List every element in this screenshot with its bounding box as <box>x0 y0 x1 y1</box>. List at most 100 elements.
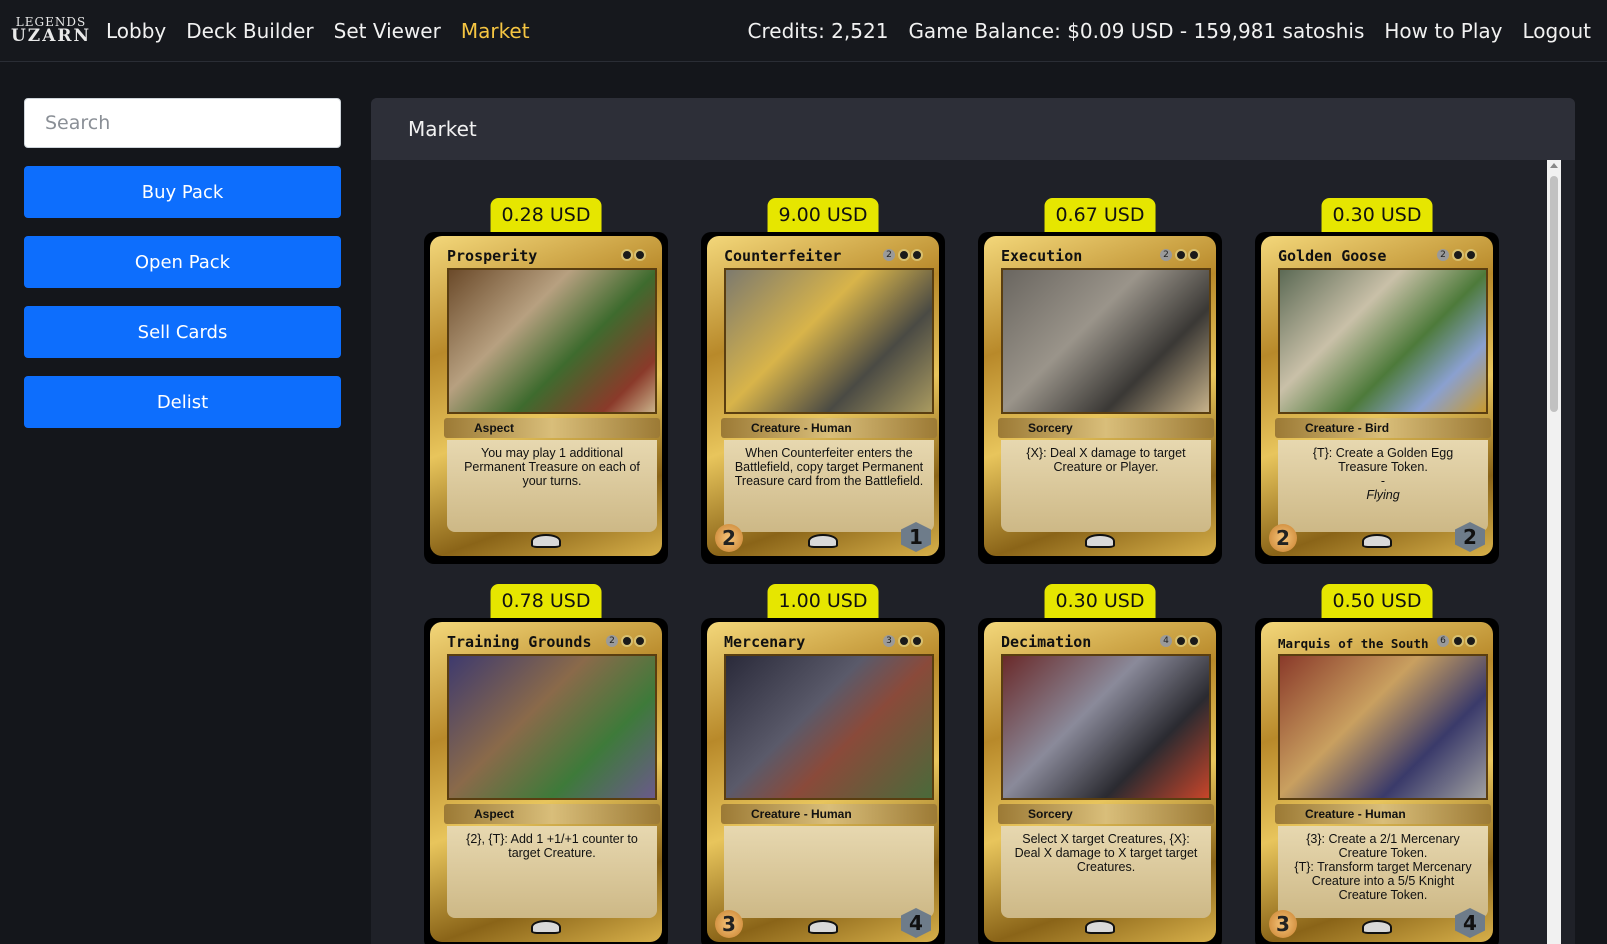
price-tag[interactable]: 0.28 USD <box>490 198 602 232</box>
cost-pip-icon <box>1452 249 1464 261</box>
card-art <box>447 268 657 414</box>
cost-pip-icon <box>898 635 910 647</box>
card-frame: Training Grounds 2 Aspect {2}, {T}: Add 1 +… <box>430 622 662 942</box>
card-frame: Counterfeiter 2 Creature - Human When Count… <box>707 236 939 556</box>
card-type: Creature - Human <box>721 418 937 438</box>
card[interactable]: Execution 2 Sorcery {X}: Deal X damage to t… <box>978 232 1222 564</box>
card-rules-text: {3}: Create a 2/1 Mercenary Creature Tok… <box>1306 832 1460 860</box>
card-frame: Execution 2 Sorcery {X}: Deal X damage to t… <box>984 236 1216 556</box>
open-pack-button[interactable]: Open Pack <box>24 236 341 288</box>
delist-button[interactable]: Delist <box>24 376 341 428</box>
card-text-box: Select X target Creatures, {X}: Deal X d… <box>1001 826 1211 918</box>
card-text-box: You may play 1 additional Permanent Trea… <box>447 440 657 532</box>
card-cost: 6 <box>1437 635 1477 647</box>
card-frame: Decimation 4 Sorcery Select X target Creatu… <box>984 622 1216 942</box>
card-type: Creature - Human <box>1275 804 1491 824</box>
card[interactable]: Training Grounds 2 Aspect {2}, {T}: Add 1 +… <box>424 618 668 944</box>
cost-pip-icon <box>1465 635 1477 647</box>
card-text-box: {X}: Deal X damage to target Creature or… <box>1001 440 1211 532</box>
price-tag[interactable]: 0.30 USD <box>1321 198 1433 232</box>
cost-pip-icon <box>1188 249 1200 261</box>
buy-pack-button[interactable]: Buy Pack <box>24 166 341 218</box>
card[interactable]: Mercenary 3 Creature - Human 3 4 <box>701 618 945 944</box>
nav-logout[interactable]: Logout <box>1523 19 1591 43</box>
cost-number: 2 <box>883 249 895 261</box>
cost-pip-icon <box>898 249 910 261</box>
card-frame: Prosperity Aspect You may play 1 additiona… <box>430 236 662 556</box>
rarity-gem-icon <box>531 534 561 548</box>
card-cost: 2 <box>1437 249 1477 261</box>
card-rules-text: {T}: Create a Golden Egg Treasure Token. <box>1312 446 1454 474</box>
card-rules-text: Select X target Creatures, {X}: Deal X d… <box>1014 832 1198 874</box>
nav-how-to-play[interactable]: How to Play <box>1384 19 1502 43</box>
logo[interactable]: LEGENDS UZARN <box>11 16 89 46</box>
card-frame: Marquis of the South 6 Creature - Human {3}… <box>1261 622 1493 942</box>
cost-pip-icon <box>911 249 923 261</box>
card-art <box>447 654 657 800</box>
nav-market[interactable]: Market <box>461 19 530 43</box>
card[interactable]: Prosperity Aspect You may play 1 additiona… <box>424 232 668 564</box>
card-type: Creature - Bird <box>1275 418 1491 438</box>
attack-badge: 2 <box>1269 524 1297 552</box>
top-navbar: LEGENDS UZARN Lobby Deck Builder Set Vie… <box>0 0 1607 62</box>
cost-number: 2 <box>1437 249 1449 261</box>
price-tag[interactable]: 9.00 USD <box>767 198 879 232</box>
credits-display: Credits: 2,521 <box>747 18 889 43</box>
card-text-box <box>724 826 934 918</box>
panel-header: Market <box>371 98 1575 160</box>
card-type: Sorcery <box>998 418 1214 438</box>
nav-right: Credits: 2,521 Game Balance: $0.09 USD -… <box>728 19 1591 43</box>
card-cost: 4 <box>1160 635 1200 647</box>
card-keyword-text: Flying <box>1366 488 1400 502</box>
card-name: Execution <box>1001 247 1083 265</box>
rarity-gem-icon <box>1085 920 1115 934</box>
card-text-box: {2}, {T}: Add 1 +1/+1 counter to target … <box>447 826 657 918</box>
card-cost: 2 <box>1160 249 1200 261</box>
card-name: Golden Goose <box>1278 247 1387 265</box>
card[interactable]: Marquis of the South 6 Creature - Human {3}… <box>1255 618 1499 944</box>
card[interactable]: Decimation 4 Sorcery Select X target Creatu… <box>978 618 1222 944</box>
cost-pip-icon <box>634 249 646 261</box>
search-input[interactable] <box>24 98 341 148</box>
nav-set-viewer[interactable]: Set Viewer <box>334 19 441 43</box>
card-name: Decimation <box>1001 633 1092 651</box>
attack-badge: 2 <box>715 524 743 552</box>
card-rules-text: - <box>1380 474 1386 488</box>
card-cost: 2 <box>606 635 646 647</box>
card-frame: Golden Goose 2 Creature - Bird {T}: Create … <box>1261 236 1493 556</box>
card-art <box>724 268 934 414</box>
rarity-gem-icon <box>1362 920 1392 934</box>
card-frame: Mercenary 3 Creature - Human 3 4 <box>707 622 939 942</box>
rarity-gem-icon <box>1085 534 1115 548</box>
card-type: Aspect <box>444 804 660 824</box>
card-text-box: When Counterfeiter enters the Battlefiel… <box>724 440 934 532</box>
sell-cards-button[interactable]: Sell Cards <box>24 306 341 358</box>
cost-pip-icon <box>1452 635 1464 647</box>
card[interactable]: Golden Goose 2 Creature - Bird {T}: Create … <box>1255 232 1499 564</box>
price-tag[interactable]: 0.30 USD <box>1044 584 1156 618</box>
cost-pip-icon <box>1188 635 1200 647</box>
nav-deck-builder[interactable]: Deck Builder <box>186 19 313 43</box>
card[interactable]: Counterfeiter 2 Creature - Human When Count… <box>701 232 945 564</box>
price-tag[interactable]: 0.67 USD <box>1044 198 1156 232</box>
scroll-up-arrow-icon[interactable] <box>1550 163 1558 168</box>
card-name: Prosperity <box>447 247 538 265</box>
card-rules-text: {2}, {T}: Add 1 +1/+1 counter to target … <box>466 832 638 860</box>
cost-pip-icon <box>621 635 633 647</box>
attack-badge: 3 <box>1269 910 1297 938</box>
price-tag[interactable]: 1.00 USD <box>767 584 879 618</box>
price-tag[interactable]: 0.78 USD <box>490 584 602 618</box>
cost-pip-icon <box>1465 249 1477 261</box>
card-type: Sorcery <box>998 804 1214 824</box>
card-rules-text: You may play 1 additional Permanent Trea… <box>464 446 640 488</box>
cost-number: 4 <box>1160 635 1172 647</box>
cost-pip-icon <box>621 249 633 261</box>
nav-lobby[interactable]: Lobby <box>106 19 166 43</box>
logo-bottom-text: UZARN <box>10 26 92 46</box>
scroll-thumb[interactable] <box>1550 176 1558 412</box>
cost-pip-icon <box>911 635 923 647</box>
card-art <box>1001 654 1211 800</box>
scrollbar[interactable] <box>1547 160 1561 944</box>
card-name: Training Grounds <box>447 633 592 651</box>
price-tag[interactable]: 0.50 USD <box>1321 584 1433 618</box>
